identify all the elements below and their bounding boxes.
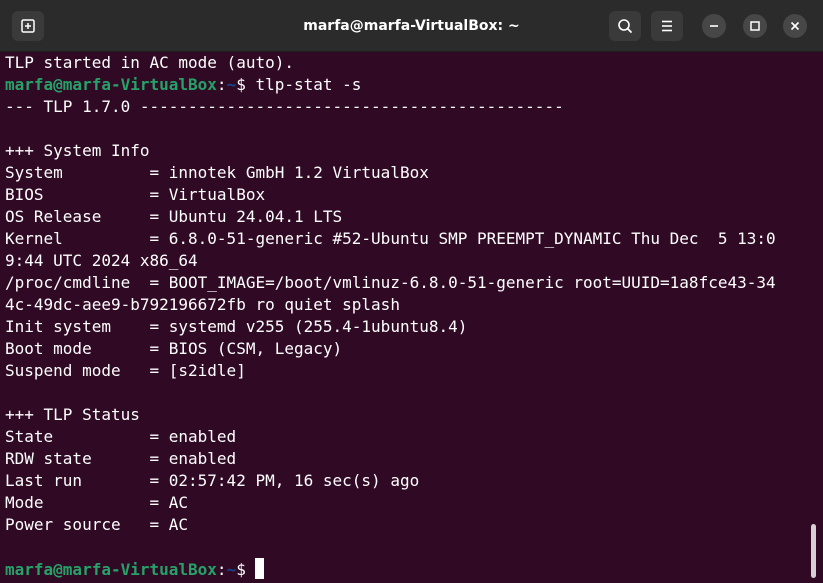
output-line: TLP started in AC mode (auto). (5, 53, 294, 72)
prompt-command: $ tlp-stat -s (236, 75, 362, 94)
output-line: Init system = systemd v255 (255.4-1ubunt… (5, 317, 468, 336)
minimize-icon (710, 25, 718, 27)
prompt-path: ~ (226, 560, 237, 579)
output-line: Kernel = 6.8.0-51-generic #52-Ubuntu SMP… (5, 229, 776, 248)
output-line: BIOS = VirtualBox (5, 185, 266, 204)
output-line: +++ TLP Status (5, 405, 140, 424)
hamburger-menu-icon (662, 20, 672, 32)
window-title: marfa@marfa-VirtualBox: ~ (303, 18, 520, 34)
output-line: RDW state = enabled (5, 449, 237, 468)
prompt-separator: : (216, 75, 227, 94)
prompt-line: marfa@marfa-VirtualBox:~$ tlp-stat -s (5, 74, 776, 96)
output-line: --- TLP 1.7.0 --------------------------… (5, 97, 564, 116)
prompt-line: marfa@marfa-VirtualBox:~$ (5, 558, 776, 580)
output-line: System = innotek GmbH 1.2 VirtualBox (5, 163, 429, 182)
search-button[interactable] (609, 11, 641, 41)
output-line: Mode = AC (5, 493, 189, 512)
prompt-separator: : (216, 560, 227, 579)
title-bar[interactable]: marfa@marfa-VirtualBox: ~ (0, 0, 823, 52)
prompt-path: ~ (226, 75, 237, 94)
output-line: Last run = 02:57:42 PM, 16 sec(s) ago (5, 471, 420, 490)
output-line: 4c-49dc-aee9-b792196672fb ro quiet splas… (5, 295, 400, 314)
menu-button[interactable] (651, 11, 683, 41)
output-line: +++ System Info (5, 141, 150, 160)
output-line: /proc/cmdline = BOOT_IMAGE=/boot/vmlinuz… (5, 273, 776, 292)
search-icon (618, 19, 632, 33)
close-button[interactable] (783, 14, 807, 38)
output-line: Power source = AC (5, 515, 189, 534)
prompt-command: $ (236, 560, 256, 579)
text-cursor (255, 558, 265, 579)
maximize-icon (750, 21, 760, 31)
close-icon (790, 21, 800, 31)
terminal-output[interactable]: TLP started in AC mode (auto). marfa@mar… (0, 52, 808, 583)
output-line: State = enabled (5, 427, 237, 446)
prompt-user-host: marfa@marfa-VirtualBox (5, 75, 217, 94)
output-line: 9:44 UTC 2024 x86_64 (5, 251, 198, 270)
scrollbar-thumb[interactable] (811, 524, 816, 578)
output-line: Suspend mode = [s2idle] (5, 361, 246, 380)
output-line: OS Release = Ubuntu 24.04.1 LTS (5, 207, 343, 226)
minimize-button[interactable] (702, 14, 726, 38)
maximize-button[interactable] (743, 14, 767, 38)
terminal-window: marfa@marfa-VirtualBox: ~ TLP started in… (0, 0, 823, 583)
prompt-user-host: marfa@marfa-VirtualBox (5, 560, 217, 579)
scrollbar[interactable] (808, 52, 823, 583)
output-line: Boot mode = BIOS (CSM, Legacy) (5, 339, 343, 358)
